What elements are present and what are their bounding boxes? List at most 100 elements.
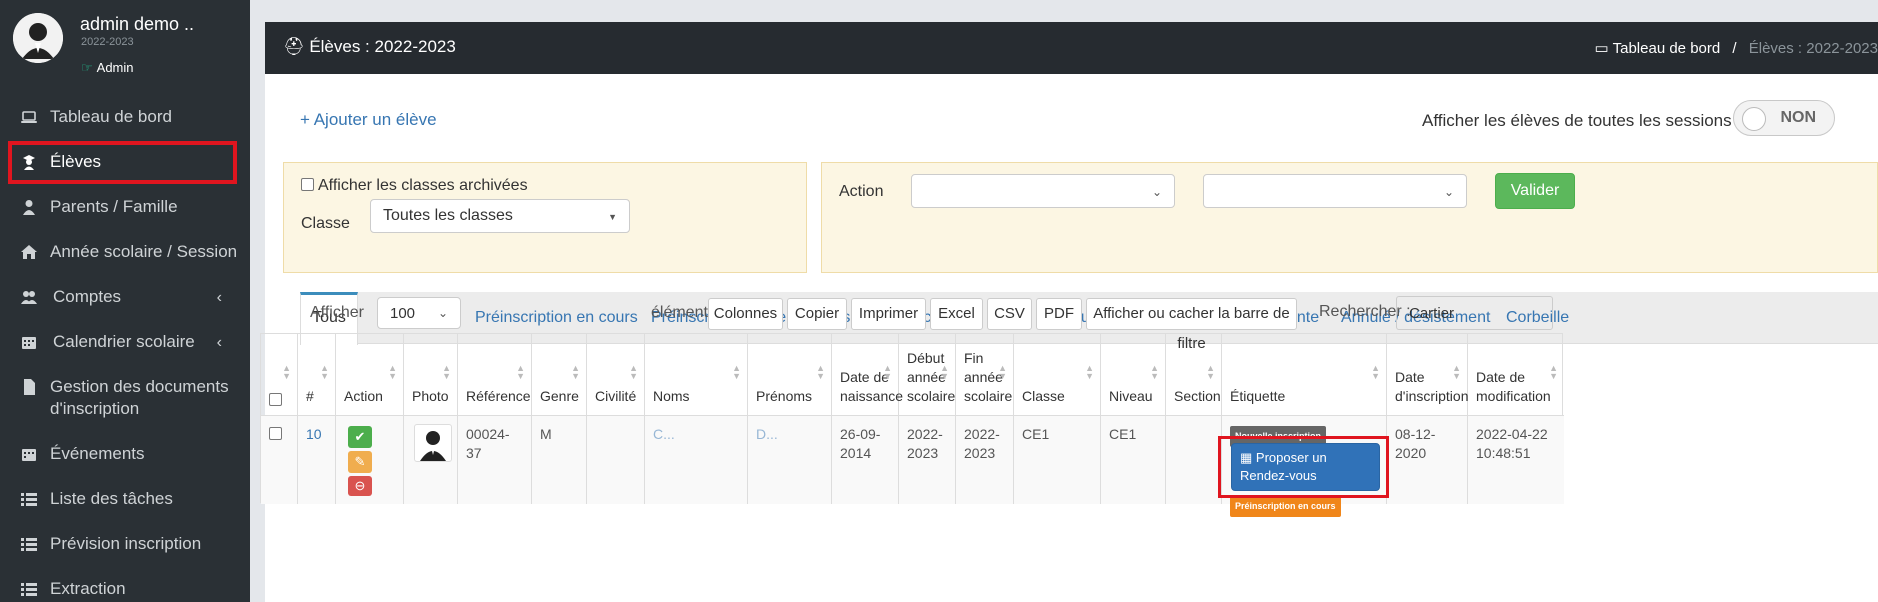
sidebar-item-evenements[interactable]: Événements — [0, 433, 250, 478]
classe-select[interactable]: Toutes les classes ▼ — [370, 199, 630, 233]
validate-button[interactable]: Valider — [1495, 173, 1575, 209]
col-select[interactable]: ▲ ▼ — [261, 334, 298, 416]
action-target-select[interactable]: ⌄ — [1203, 174, 1467, 208]
sort-icon: ▲ ▼ — [516, 363, 525, 381]
col-niveau[interactable]: Niveau ▲ ▼ — [1101, 334, 1166, 416]
col-genre[interactable]: Genre ▲ ▼ — [532, 334, 587, 416]
breadcrumb: ▭ Tableau de bord / Élèves : 2022-2023 — [1595, 39, 1878, 57]
columns-button[interactable]: Colonnes — [708, 298, 783, 330]
row-civilite — [587, 416, 645, 504]
copy-button[interactable]: Copier — [787, 298, 847, 330]
sort-icon: ▲ ▼ — [571, 363, 580, 381]
archived-classes-checkbox[interactable]: Afficher les classes archivées — [301, 177, 528, 195]
sort-icon: ▲ ▼ — [940, 363, 949, 381]
select-all-checkbox[interactable] — [269, 393, 282, 406]
col-civilite[interactable]: Civilité ▲ ▼ — [587, 334, 645, 416]
sort-icon: ▲ ▼ — [1549, 363, 1558, 381]
col-action[interactable]: Action ▲ ▼ — [336, 334, 404, 416]
sidebar-item-label: Liste des tâches — [50, 489, 173, 508]
row-etiquette: Nouvelle inscription ▦ Proposer un Rende… — [1218, 416, 1389, 517]
user-name: admin demo .. — [80, 14, 195, 34]
sidebar-item-calendrier[interactable]: Calendrier scolaire ‹ — [0, 321, 250, 366]
delete-icon[interactable]: ⊖ — [348, 476, 372, 496]
col-fin-annee[interactable]: Fin année scolaire ▲ ▼ — [956, 334, 1014, 416]
page-size-label: Afficher — [310, 304, 364, 321]
col-id[interactable]: # ▲ ▼ — [298, 334, 336, 416]
avatar[interactable] — [13, 13, 63, 63]
sort-icon: ▲ ▼ — [1150, 363, 1159, 381]
excel-button[interactable]: Excel — [930, 298, 983, 330]
sidebar-item-prevision[interactable]: Prévision inscription — [0, 523, 250, 568]
action-label: Action — [839, 183, 884, 200]
sidebar: admin demo .. 2022-2023 ☞ Admin Tableau d… — [0, 0, 250, 602]
sidebar-item-tableau-de-bord[interactable]: Tableau de bord — [0, 96, 250, 141]
col-date-inscription[interactable]: Date d'inscription ▲ ▼ — [1387, 334, 1469, 416]
sidebar-item-label: Comptes — [53, 287, 122, 306]
badge-preinscription: Préinscription en cours — [1230, 496, 1341, 517]
sidebar-item-taches[interactable]: Liste des tâches — [0, 478, 250, 523]
row-classe: CE1 — [1014, 416, 1101, 504]
sort-icon: ▲ ▼ — [1371, 363, 1380, 381]
sidebar-item-annee-scolaire[interactable]: Année scolaire / Session — [0, 231, 250, 276]
laptop-icon — [19, 107, 39, 127]
students-table: ▲ ▼ # ▲ ▼ Action ▲ ▼ Photo ▲ ▼ Référence ▲ ▼ Genr… — [260, 333, 1564, 517]
col-debut-annee[interactable]: Début année scolaire ▲ ▼ — [899, 334, 956, 416]
col-etiquette[interactable]: Étiquette ▲ ▼ — [1222, 334, 1387, 416]
class-filter-panel: Afficher les classes archivées Classe To… — [283, 162, 807, 273]
sort-icon: ▲ ▼ — [732, 363, 741, 381]
sort-icon: ▲ ▼ — [442, 363, 451, 381]
validate-icon[interactable]: ✔ — [348, 426, 372, 448]
print-button[interactable]: Imprimer — [851, 298, 926, 330]
chevron-down-icon: ⌄ — [437, 306, 448, 320]
list-icon — [19, 579, 39, 599]
sidebar-item-parents[interactable]: Parents / Famille — [0, 186, 250, 231]
sidebar-item-documents[interactable]: Gestion des documents d'inscription — [0, 366, 250, 433]
csv-button[interactable]: CSV — [987, 298, 1032, 330]
breadcrumb-sep: / — [1732, 40, 1737, 57]
pdf-button[interactable]: PDF — [1036, 298, 1082, 330]
sidebar-item-comptes[interactable]: Comptes ‹ — [0, 276, 250, 321]
row-nom[interactable]: C... — [645, 416, 748, 504]
search-input[interactable]: Cartier — [1396, 296, 1553, 330]
edit-icon[interactable]: ✎ — [348, 451, 372, 473]
student-photo[interactable] — [414, 424, 452, 462]
all-sessions-label: Afficher les élèves de toutes les sessio… — [1422, 111, 1732, 130]
row-section — [1166, 416, 1222, 504]
col-section[interactable]: Section ▲ ▼ — [1166, 334, 1222, 416]
row-debut: 2022-2023 — [899, 416, 956, 504]
row-fin: 2022-2023 — [956, 416, 1014, 504]
page-header: ⛑ Élèves : 2022-2023 ▭ Tableau de bord /… — [265, 22, 1878, 74]
action-panel: Action ⌄ ⌄ Valider — [821, 162, 1878, 273]
sort-icon: ▲ ▼ — [1206, 363, 1215, 381]
user-year: 2022-2023 — [81, 36, 134, 48]
sidebar-item-label: Prévision inscription — [50, 534, 202, 553]
col-date-naissance[interactable]: Date de naissance ▲ ▼ — [832, 334, 903, 416]
main-content: ⛑ Élèves : 2022-2023 ▭ Tableau de bord /… — [260, 22, 1878, 602]
col-reference[interactable]: Référence ▲ ▼ — [458, 334, 532, 416]
sidebar-item-extraction[interactable]: Extraction — [0, 568, 250, 602]
checkbox[interactable] — [301, 178, 314, 191]
row-photo — [404, 416, 458, 504]
sidebar-item-label: Parents / Famille — [50, 197, 178, 216]
col-date-modification[interactable]: Date de modification ▲ ▼ — [1468, 334, 1564, 416]
page-size-select[interactable]: 100 ⌄ — [377, 297, 461, 329]
action-select[interactable]: ⌄ — [911, 174, 1175, 208]
breadcrumb-home[interactable]: Tableau de bord — [1613, 40, 1721, 57]
row-prenom[interactable]: D... — [748, 416, 832, 504]
row-checkbox[interactable] — [269, 427, 282, 440]
all-sessions-toggle[interactable]: NON — [1733, 100, 1835, 136]
col-prenoms[interactable]: Prénoms ▲ ▼ — [748, 334, 832, 416]
sidebar-item-label: Gestion des documents d'inscription — [50, 377, 229, 418]
col-noms[interactable]: Noms ▲ ▼ — [645, 334, 748, 416]
highlight-box — [1218, 436, 1389, 498]
list-icon — [19, 489, 39, 509]
col-photo[interactable]: Photo ▲ ▼ — [404, 334, 458, 416]
toggle-filter-bar-button[interactable]: Afficher ou cacher la barre de filtre — [1086, 298, 1297, 352]
sidebar-item-label: Extraction — [50, 579, 126, 598]
add-student-link[interactable]: + Ajouter un élève — [300, 110, 437, 130]
calendar-icon — [19, 444, 39, 464]
home-icon — [19, 242, 39, 262]
row-select[interactable] — [261, 416, 298, 504]
col-classe[interactable]: Classe ▲ ▼ — [1014, 334, 1101, 416]
row-id[interactable]: 10 — [298, 416, 336, 504]
